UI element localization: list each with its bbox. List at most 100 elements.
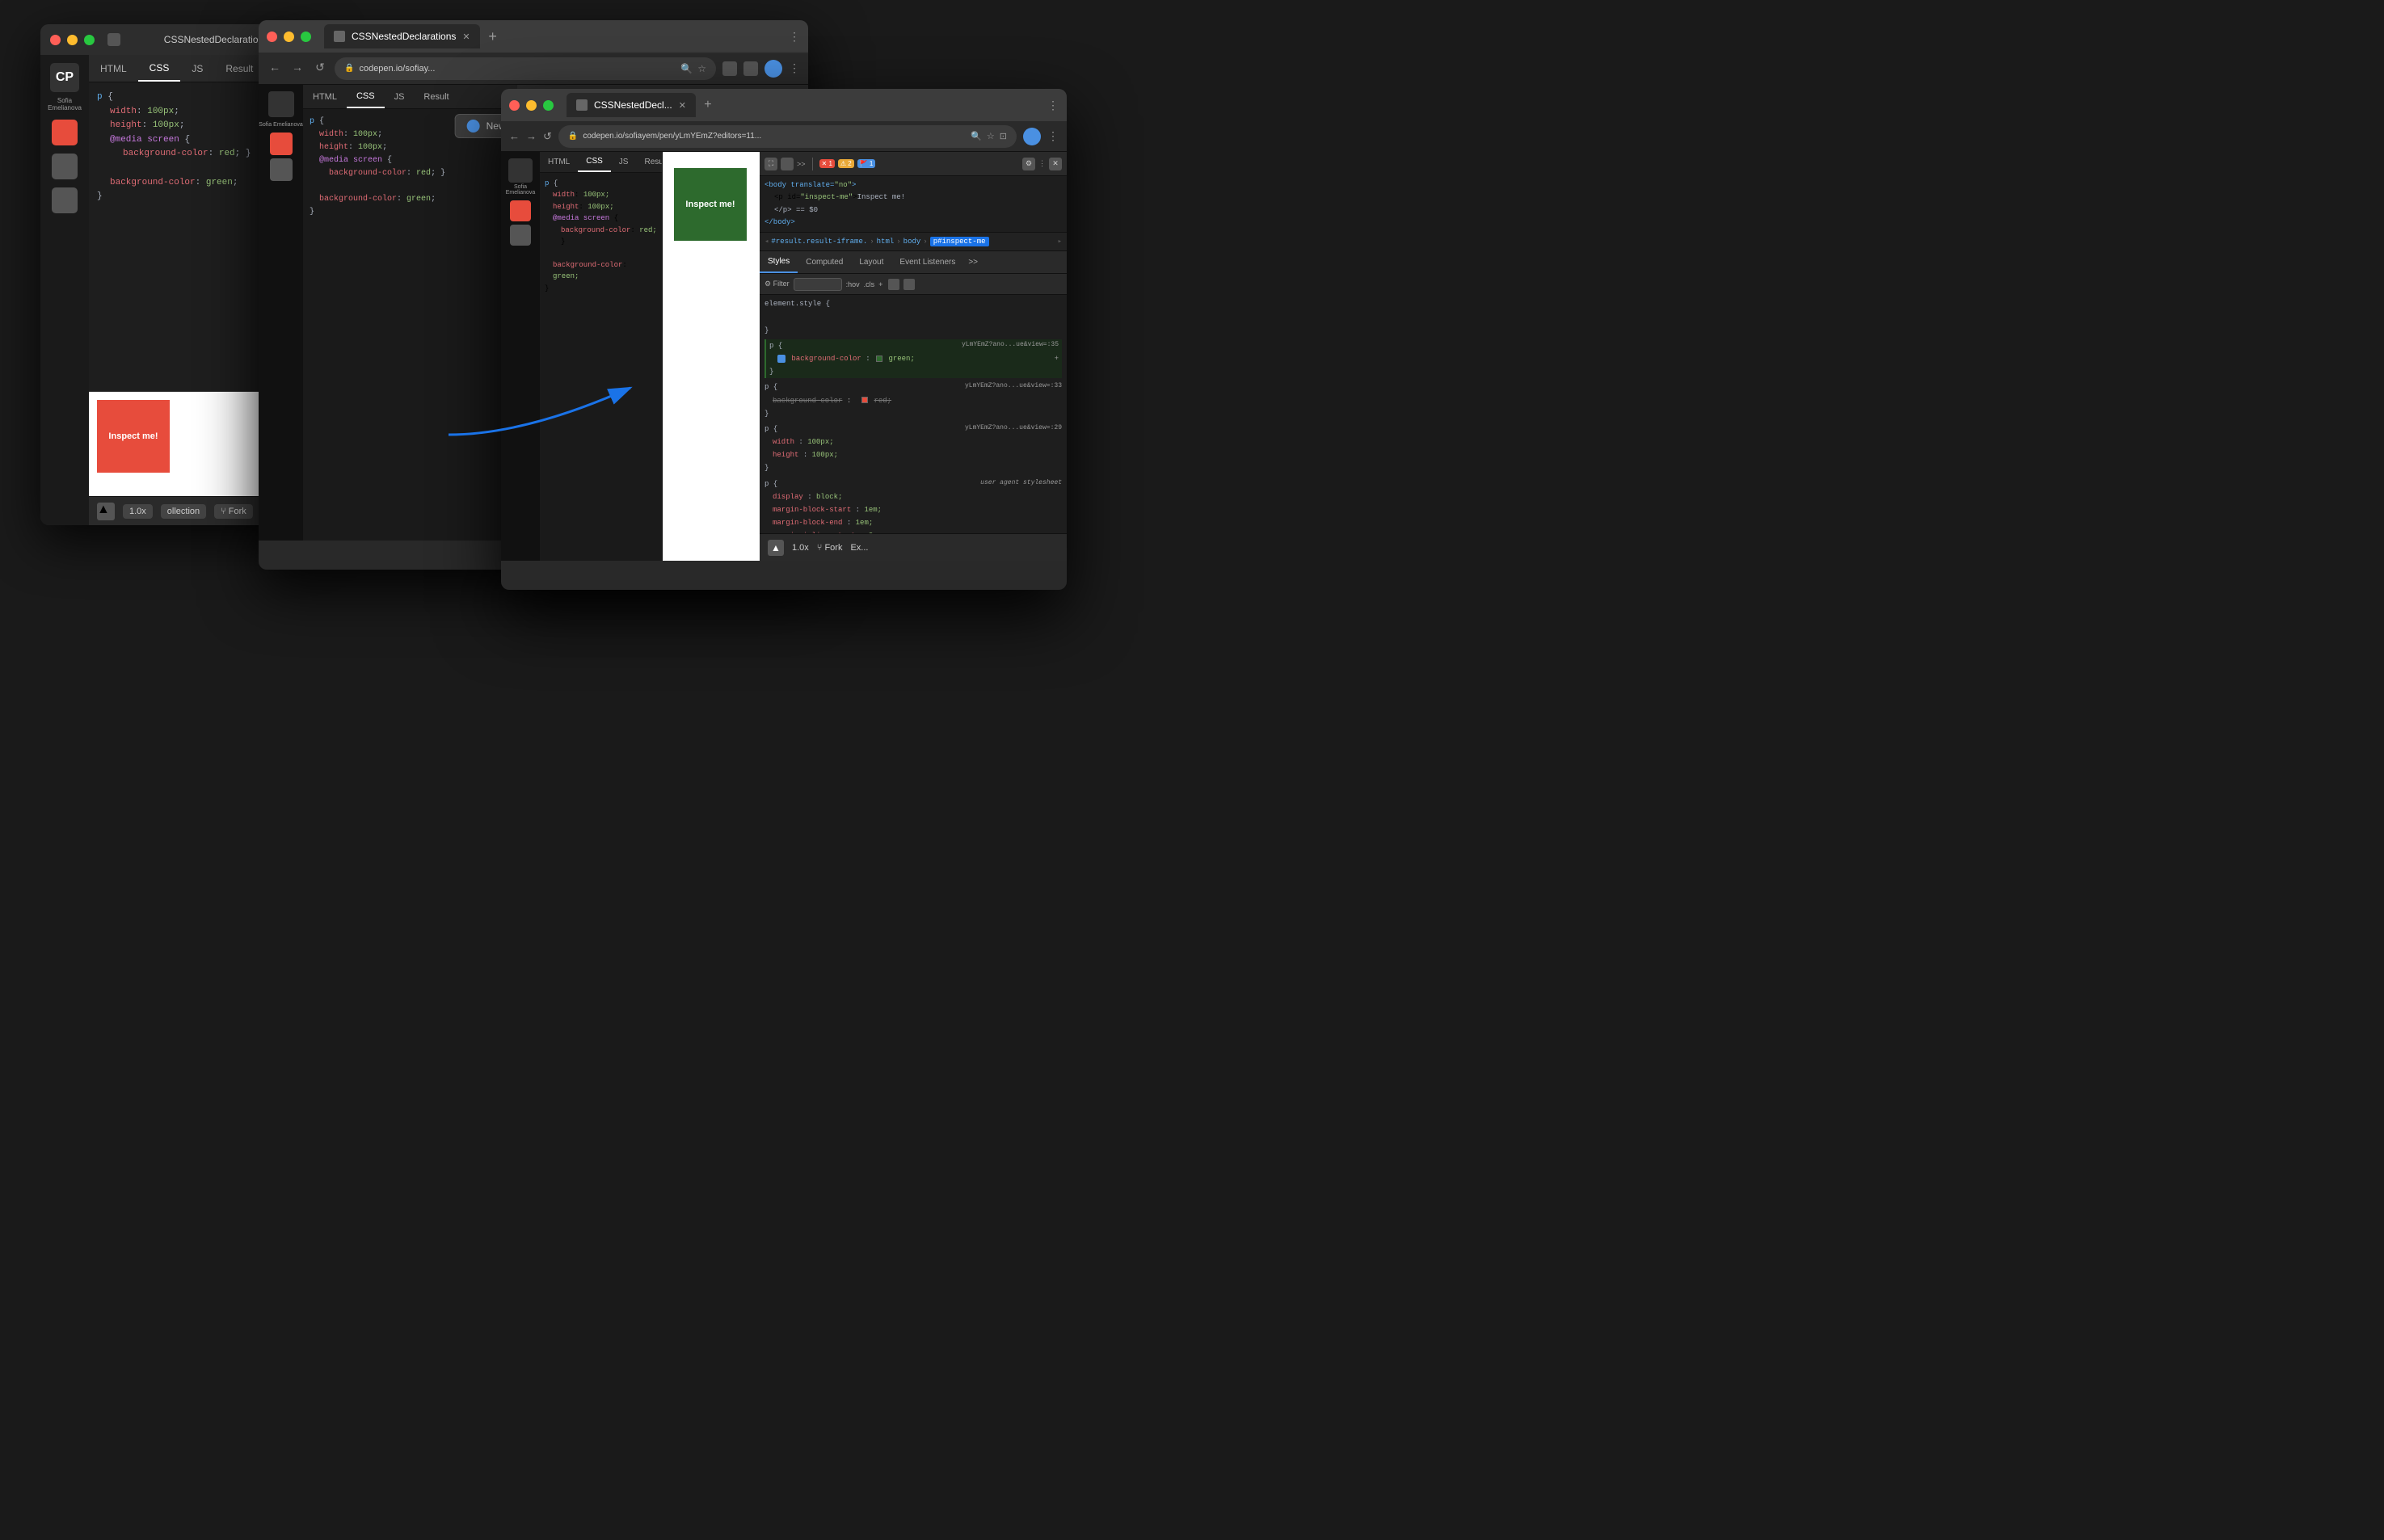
tab-result-small[interactable]: Result [414,85,458,108]
w3-bc-html[interactable]: html [877,238,895,246]
w3-tab-css[interactable]: CSS [578,152,611,172]
tab-js-small[interactable]: JS [385,85,415,108]
w3-plus-icon[interactable]: + [878,280,882,288]
w3-tab-favicon [576,99,588,111]
w3-settings-icon[interactable]: ⚙ [1022,158,1035,170]
download-icon[interactable] [743,61,758,76]
w3-export-btn[interactable]: Ex... [850,543,868,553]
w3-expand-icon[interactable]: ▲ [768,540,784,556]
w3-bc-body[interactable]: body [903,238,921,246]
chrome-titlebar: CSSNestedDeclarations ✕ + ⋮ [259,20,808,53]
w3-profile-icon[interactable] [1023,128,1041,145]
w3-body-tag[interactable]: <body translate="no"> [764,179,1062,191]
w3-copy-icon[interactable] [903,279,915,290]
minimize-button-w2[interactable] [284,32,294,42]
w3-menu-icon[interactable]: ⋮ [1047,129,1059,143]
w3-add-rule-btn[interactable]: + [1055,352,1059,365]
w3-window-controls[interactable]: ⋮ [1047,99,1059,112]
w3-computed-tab[interactable]: Computed [798,251,851,273]
w3-tab-close-icon[interactable]: ✕ [679,100,686,111]
w3-filter-input[interactable] [794,278,842,291]
maximize-button-w2[interactable] [301,32,311,42]
window-menu-icon[interactable]: ⋮ [789,30,800,44]
w3-cast-icon[interactable]: ⊡ [1000,131,1007,141]
w3-list-btn[interactable] [510,225,531,246]
w3-grid-icon[interactable] [888,279,899,290]
min-btn-w3[interactable] [526,100,537,111]
expand-icon[interactable]: ▲ [97,503,115,520]
maximize-button[interactable] [84,35,95,45]
w3-hov-pseudo[interactable]: :hov [846,280,860,288]
heart-button[interactable] [52,120,78,145]
w3-bc-iframe[interactable]: #result.result-iframe. [771,238,867,246]
forward-button[interactable]: → [289,61,305,77]
tab-close-icon[interactable]: ✕ [462,32,470,42]
url-bar[interactable]: 🔒 codepen.io/sofiay... 🔍 ☆ [335,57,716,80]
w3-new-tab-btn[interactable]: + [699,96,717,114]
tab-css-small[interactable]: CSS [347,85,385,108]
w3-check-green[interactable] [777,355,786,363]
fork-button[interactable]: ⑂ Fork [214,504,253,519]
w3-more-icon[interactable]: ⋮ [1038,159,1046,168]
pin-button[interactable] [52,187,78,213]
w3-styles-tab[interactable]: Styles [760,251,798,273]
w3-styles-content: element.style { } p { yLmYEmZ?ano...ue&v… [760,295,1067,533]
w3-bc-sep3: › [923,238,927,246]
w3-event-listeners-tab[interactable]: Event Listeners [891,251,963,273]
w3-tab-js[interactable]: JS [611,152,637,172]
w3-refresh-btn[interactable]: ↺ [543,130,552,143]
w3-more-tabs[interactable]: >> [963,251,983,273]
w3-layout-tab[interactable]: Layout [851,251,891,273]
w3-preview-text: Inspect me! [685,200,735,209]
close-button-w2[interactable] [267,32,277,42]
back-button[interactable]: ← [267,61,283,77]
w3-url-bar[interactable]: 🔒 codepen.io/sofiayem/pen/yLmYEmZ?editor… [558,125,1017,148]
cp-logo-small [268,91,294,117]
tab-css[interactable]: CSS [138,55,181,82]
w3-star-icon[interactable]: ☆ [987,131,995,141]
w3-heart-btn[interactable] [510,200,531,221]
w3-height-name: height [773,451,798,459]
w3-bc-selected[interactable]: p#inspect-me [930,237,989,246]
profile-avatar[interactable] [764,60,782,78]
w3-cls-pseudo[interactable]: .cls [864,280,875,288]
w3-forward-btn[interactable]: → [526,130,537,142]
w3-lens-icon[interactable]: 🔍 [971,131,982,141]
max-btn-w3[interactable] [543,100,554,111]
tab-html-small[interactable]: HTML [303,85,347,108]
w3-bc-sep2: › [896,238,900,246]
w3-more-tools[interactable]: >> [797,160,806,168]
heart-icon-small[interactable] [270,133,293,155]
minimize-button[interactable] [67,35,78,45]
puzzle-icon[interactable] [722,61,737,76]
refresh-button[interactable]: ↺ [312,61,328,77]
w3-divider [812,158,813,170]
cp-username-small: Sofia Emelianova [259,122,302,128]
w3-code-area[interactable]: p { width: 100px; height: 100px; @media … [540,173,662,299]
new-tab-button[interactable]: + [483,27,503,46]
w3-bc-sep1: › [870,238,874,246]
w3-fork-btn[interactable]: ⑂ Fork [817,543,843,553]
w3-inspector-icon[interactable]: ⛶ [764,158,777,170]
w3-device-icon[interactable] [781,158,794,170]
zoom-indicator: 1.0x [123,504,153,519]
list-icon-small[interactable] [270,158,293,181]
bookmark-icon[interactable]: ☆ [697,63,706,74]
tab-result[interactable]: Result [214,55,264,82]
w3-tab-html[interactable]: HTML [540,152,578,172]
tab-html[interactable]: HTML [89,55,138,82]
w3-active-tab[interactable]: CSSNestedDecl... ✕ [567,93,696,117]
close-button[interactable] [50,35,61,45]
w3-tab-result[interactable]: Result [636,152,662,172]
w3-p-green-rule: p { yLmYEmZ?ano...ue&view=:35 background… [764,339,1062,379]
active-tab[interactable]: CSSNestedDeclarations ✕ [324,24,480,48]
search-lens-icon[interactable]: 🔍 [680,63,693,74]
collection-button[interactable]: ollection [161,504,206,519]
chrome-menu-icon[interactable]: ⋮ [789,61,800,75]
tab-js[interactable]: JS [180,55,214,82]
list-button[interactable] [52,154,78,179]
w3-p-tag[interactable]: <p id="inspect-me">Inspect me! [764,191,1062,204]
close-btn-w3[interactable] [509,100,520,111]
w3-back-btn[interactable]: ← [509,130,520,142]
w3-close-icon[interactable]: ✕ [1049,158,1062,170]
